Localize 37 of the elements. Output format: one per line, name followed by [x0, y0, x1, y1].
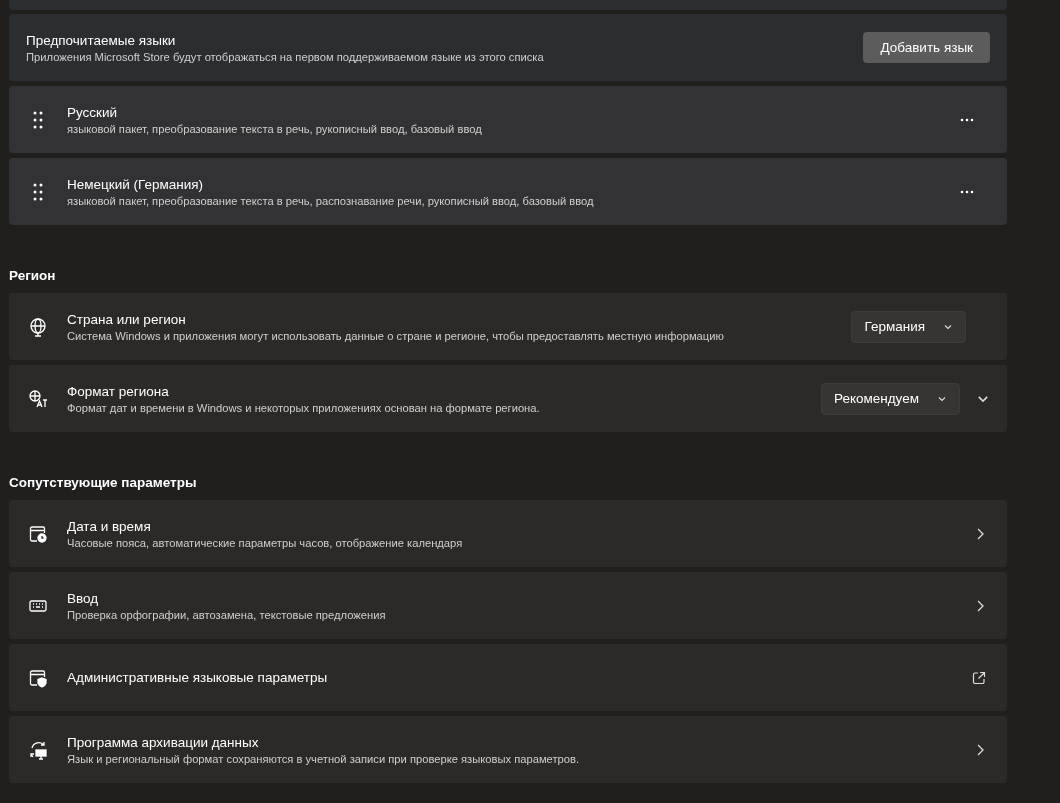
drag-handle-icon[interactable] [33, 110, 43, 129]
more-icon [960, 117, 974, 122]
dropdown[interactable]: Рекомендуем [821, 382, 960, 415]
setting-description: Проверка орфографии, автозамена, текстовые предложения [67, 608, 387, 621]
sync-monitor-icon [28, 739, 48, 760]
settings-link-card[interactable]: Программа архивации данных Язык и региональный формат сохраняются в учетной записи при проверке языковых параметров. [9, 716, 1007, 783]
language-features: языковой пакет, преобразование текста в речь, распознавание речи, рукописный ввод, базовый ввод [67, 194, 595, 207]
settings-link-card[interactable]: Дата и время Часовые пояса, автоматические параметры часов, отображение календаря [9, 500, 1007, 567]
setting-title: Страна или регион [67, 311, 187, 327]
setting-description: Часовые пояса, автоматические параметры часов, отображение календаря [67, 536, 464, 549]
more-icon [960, 189, 974, 194]
dropdown[interactable]: Германия [851, 310, 966, 343]
setting-description: Система Windows и приложения могут использовать данные о стране и регионе, чтобы предоставлять местную информацию [67, 329, 725, 342]
section-description: Приложения Microsoft Store будут отображаться на первом поддерживаемом языке из этого списка [26, 50, 545, 63]
calendar-shield-icon [28, 667, 48, 688]
section-heading: Регион [9, 268, 57, 283]
settings-link-card[interactable]: Административные языковые параметры [9, 644, 1007, 711]
language-row[interactable]: Немецкий (Германия) языковой пакет, преобразование текста в речь, распознавание речи, рукописный ввод, базовый ввод [9, 158, 1007, 225]
language-name: Немецкий (Германия) [67, 176, 205, 192]
globe-icon [28, 316, 48, 337]
setting-title: Формат региона [67, 383, 170, 399]
setting-title: Административные языковые параметры [67, 670, 329, 685]
language-features: языковой пакет, преобразование текста в речь, рукописный ввод, базовый ввод [67, 122, 483, 135]
setting-title: Программа архивации данных [67, 734, 260, 750]
settings-link-card[interactable]: Ввод Проверка орфографии, автозамена, текстовые предложения [9, 572, 1007, 639]
add-language-button[interactable]: Добавить язык [863, 32, 990, 63]
language-icon [28, 388, 48, 409]
setting-title: Дата и время [67, 518, 152, 534]
setting-description: Язык и региональный формат сохраняются в учетной записи при проверке языковых параметров. [67, 752, 581, 765]
section-heading: Сопутствующие параметры [9, 475, 198, 490]
setting-title: Ввод [67, 590, 100, 606]
setting-description: Формат дат и времени в Windows и некоторых приложениях основан на формате региона. [67, 401, 541, 414]
drag-handle-icon[interactable] [33, 182, 43, 201]
language-name: Русский [67, 104, 119, 120]
section-title: Предпочитаемые языки [26, 32, 177, 48]
calendar-clock-icon [28, 523, 48, 544]
language-row[interactable]: Русский языковой пакет, преобразование текста в речь, рукописный ввод, базовый ввод [9, 86, 1007, 153]
